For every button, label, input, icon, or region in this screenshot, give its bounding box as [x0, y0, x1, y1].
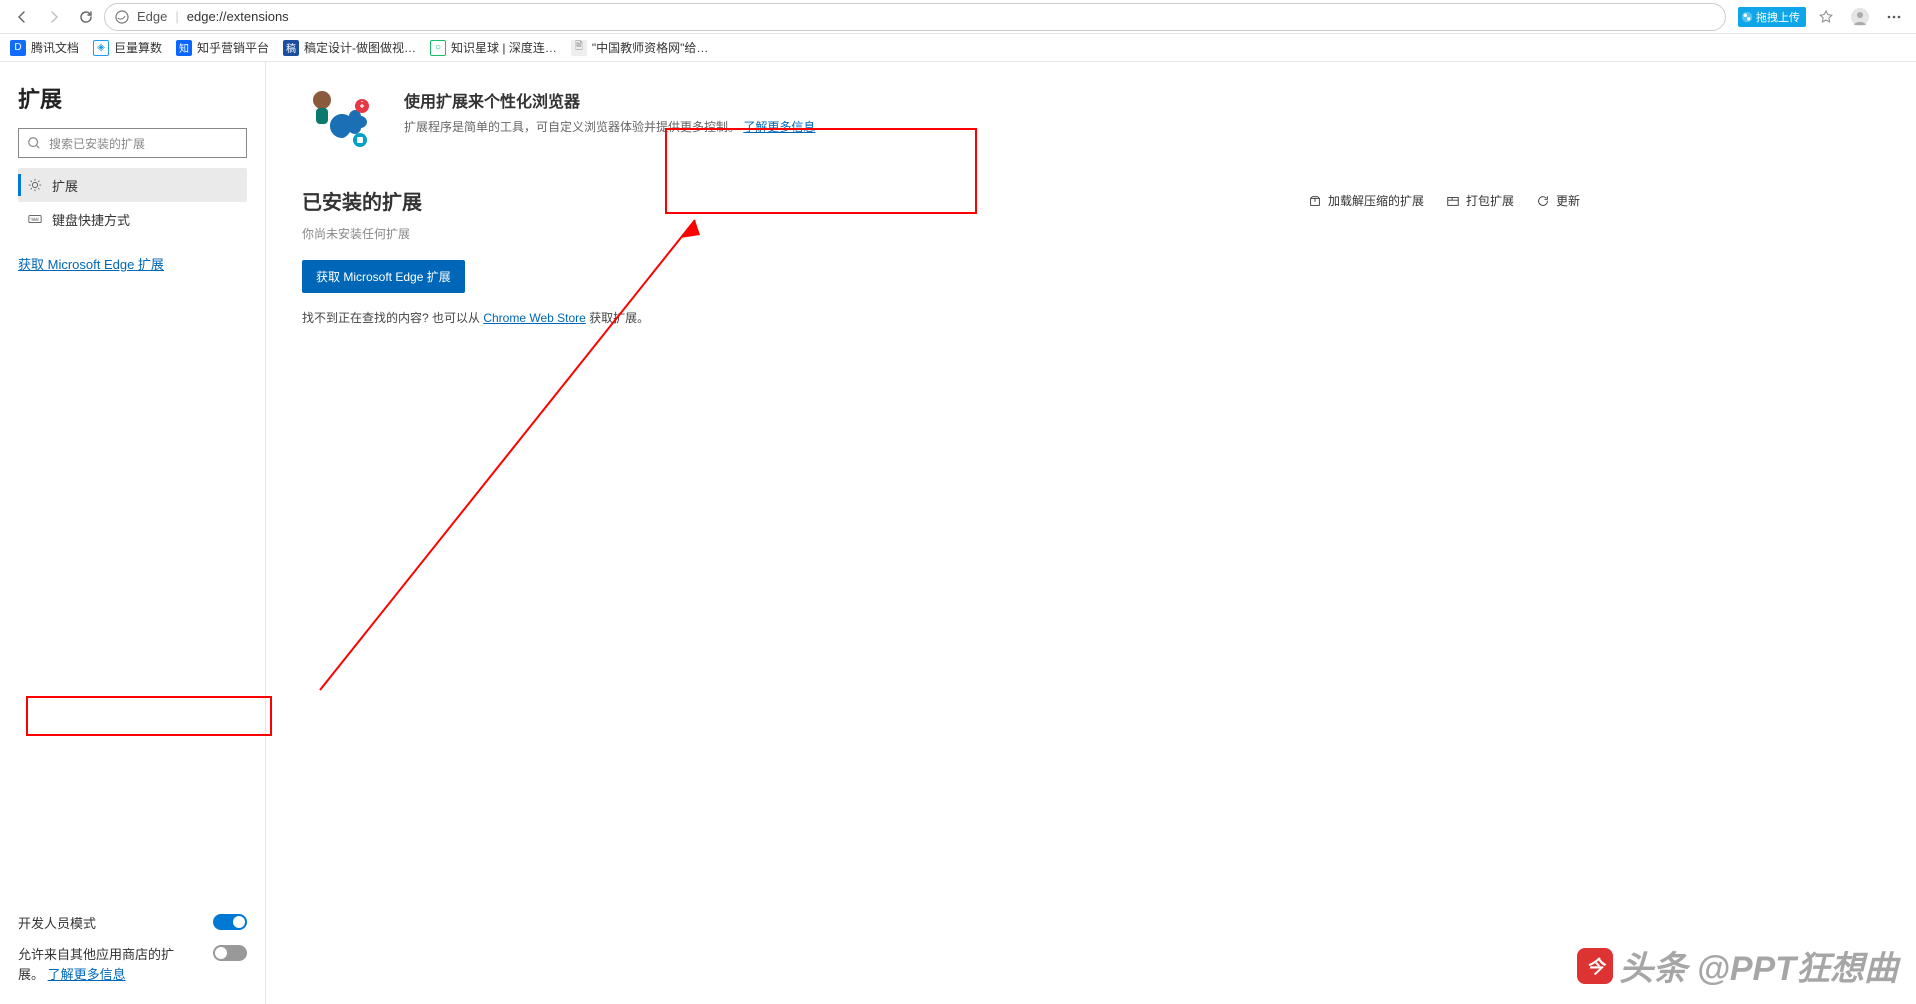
main-content: 使用扩展来个性化浏览器 扩展程序是简单的工具，可自定义浏览器体验并提供更多控制。… [266, 62, 1916, 1004]
box-open-icon [1308, 194, 1322, 208]
watermark: 今 头条 @PPT狂想曲 [1577, 941, 1898, 990]
bookmark-item[interactable]: ◈巨量算数 [93, 39, 162, 56]
favorites-hub-icon[interactable] [1812, 3, 1840, 31]
bookmark-item[interactable]: 🗎"中国教师资格网"给… [571, 39, 709, 56]
profile-avatar[interactable] [1846, 3, 1874, 31]
upload-tag[interactable]: 拖拽上传 [1738, 7, 1806, 27]
get-edge-extensions-link[interactable]: 获取 Microsoft Edge 扩展 [18, 254, 247, 273]
developer-mode-label: 开发人员模式 [18, 913, 96, 932]
developer-mode-toggle[interactable] [213, 914, 247, 930]
no-extensions-note: 你尚未安装任何扩展 [302, 225, 1880, 242]
footnote-suffix: 获取扩展。 [586, 311, 649, 325]
edge-logo-icon [115, 10, 129, 24]
back-button[interactable] [8, 3, 36, 31]
hero-illustration [302, 88, 384, 154]
upload-tag-label: 拖拽上传 [1756, 9, 1800, 25]
sidebar-title: 扩展 [18, 82, 247, 114]
package-icon [1446, 194, 1460, 208]
address-url: edge://extensions [187, 9, 289, 24]
search-icon [27, 136, 41, 150]
installed-title: 已安装的扩展 [302, 186, 422, 215]
hero-learn-more-link[interactable]: 了解更多信息 [743, 120, 815, 134]
update-action[interactable]: 更新 [1536, 192, 1580, 209]
watermark-icon: 今 [1577, 948, 1613, 984]
address-separator: | [175, 9, 178, 24]
refresh-icon [1536, 194, 1550, 208]
footnote-prefix: 找不到正在查找的内容? 也可以从 [302, 311, 483, 325]
chrome-webstore-link[interactable]: Chrome Web Store [483, 311, 586, 325]
address-product: Edge [137, 9, 167, 24]
bookmarks-bar: D腾讯文档 ◈巨量算数 知知乎营销平台 稿稿定设计-做图做视… ○知识星球 | … [0, 34, 1916, 62]
search-input[interactable]: 搜索已安装的扩展 [18, 128, 247, 158]
bookmark-item[interactable]: 稿稿定设计-做图做视… [283, 39, 416, 56]
bookmark-item[interactable]: ○知识星球 | 深度连… [430, 39, 557, 56]
hero-desc: 扩展程序是简单的工具，可自定义浏览器体验并提供更多控制。 [404, 120, 740, 134]
sidebar-item-shortcuts[interactable]: 键盘快捷方式 [18, 202, 247, 236]
more-menu-icon[interactable] [1880, 3, 1908, 31]
keyboard-icon [28, 212, 42, 226]
gear-icon [28, 178, 42, 192]
sidebar-item-extensions[interactable]: 扩展 [18, 168, 247, 202]
get-extensions-button[interactable]: 获取 Microsoft Edge 扩展 [302, 260, 465, 293]
other-stores-toggle[interactable] [213, 945, 247, 961]
developer-mode-row: 开发人员模式 [18, 905, 247, 939]
pack-extension-action[interactable]: 打包扩展 [1446, 192, 1514, 209]
forward-button[interactable] [40, 3, 68, 31]
load-unpacked-action[interactable]: 加载解压缩的扩展 [1308, 192, 1424, 209]
search-placeholder: 搜索已安装的扩展 [49, 135, 145, 152]
hero-title: 使用扩展来个性化浏览器 [404, 88, 815, 112]
other-stores-row: 允许来自其他应用商店的扩展。 了解更多信息 [18, 945, 247, 984]
bookmark-item[interactable]: D腾讯文档 [10, 39, 79, 56]
refresh-button[interactable] [72, 3, 100, 31]
address-bar[interactable]: Edge | edge://extensions [104, 3, 1726, 31]
other-stores-learn-more[interactable]: 了解更多信息 [48, 967, 126, 982]
sidebar: 扩展 搜索已安装的扩展 扩展 键盘快捷方式 获取 Microsoft Edge … [0, 62, 266, 1004]
bookmark-item[interactable]: 知知乎营销平台 [176, 39, 269, 56]
